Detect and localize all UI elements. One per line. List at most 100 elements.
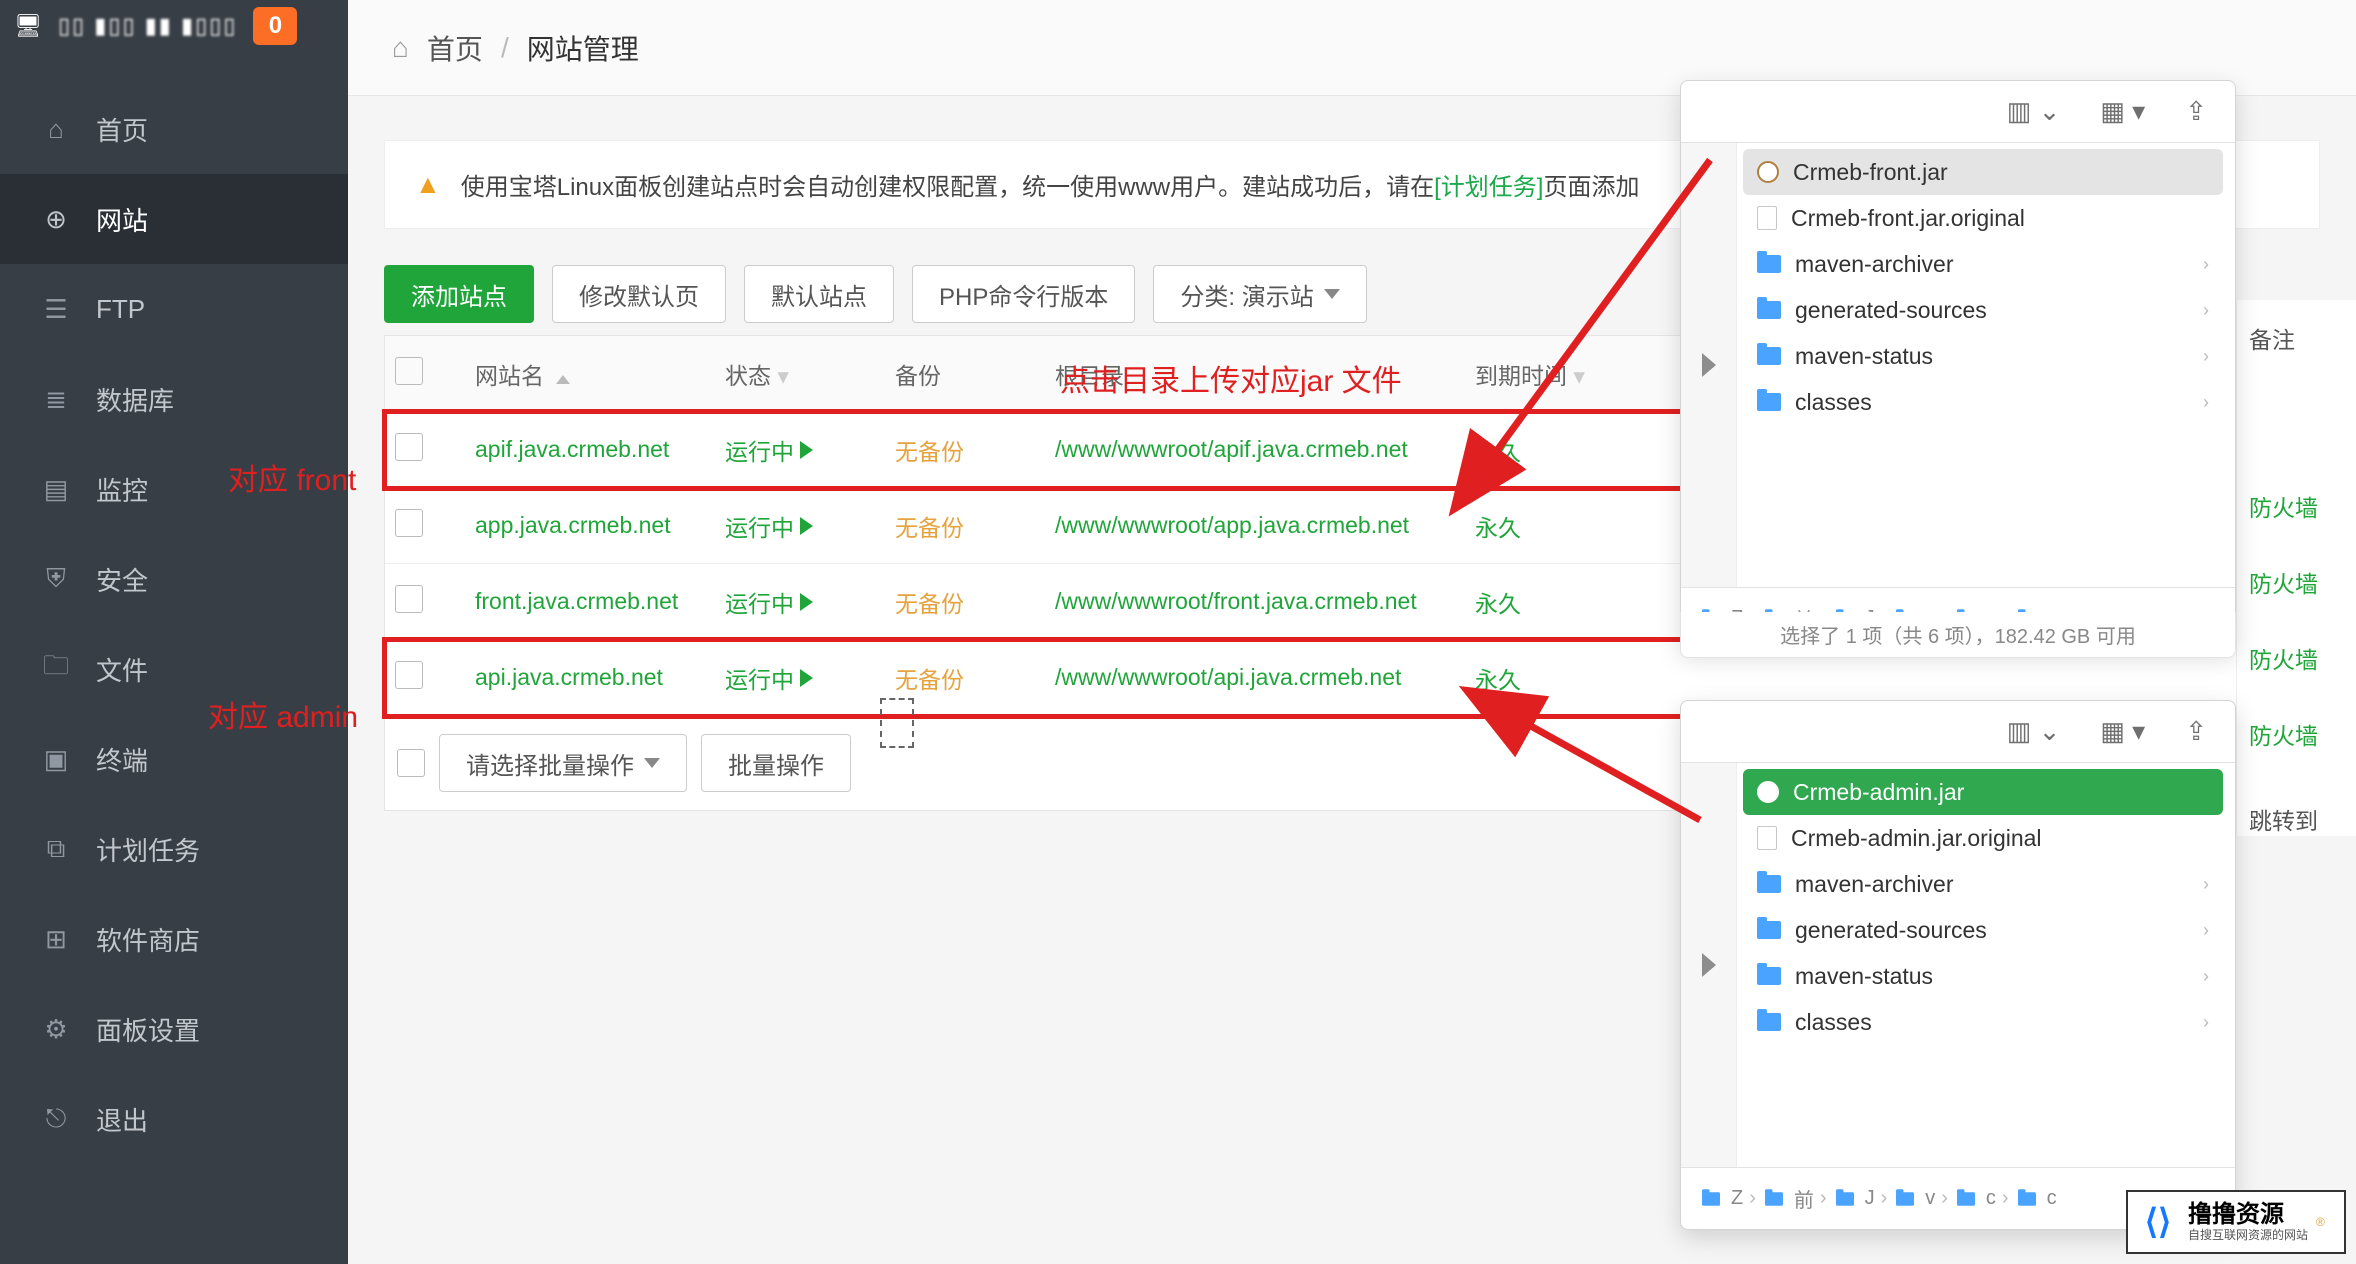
finder-nav-col[interactable]	[1681, 763, 1737, 1167]
jar-icon	[1757, 161, 1779, 183]
warning-icon: ▲	[415, 169, 441, 200]
root-dir-link[interactable]: /www/wwwroot/api.java.crmeb.net	[1055, 664, 1475, 691]
finder-item[interactable]: generated-sources ›	[1743, 907, 2223, 953]
sidebar-item-shield[interactable]: ⛨安全	[0, 534, 348, 624]
share-icon[interactable]: ⇪	[2185, 96, 2207, 127]
icons-view-icon[interactable]: ▦ ▾	[2100, 96, 2145, 127]
columns-view-icon[interactable]: ▥ ⌄	[2007, 96, 2061, 127]
modify-default-button[interactable]: 修改默认页	[552, 265, 726, 323]
monitor-icon: ▤	[42, 475, 70, 503]
batch-select[interactable]: 请选择批量操作	[439, 734, 687, 792]
finder-item[interactable]: Crmeb-front.jar	[1743, 149, 2223, 195]
play-icon	[800, 593, 813, 611]
add-site-button[interactable]: 添加站点	[384, 265, 534, 323]
firewall-link[interactable]: 防火墙	[2249, 696, 2344, 772]
sidebar-item-home[interactable]: ⌂ 首页	[0, 84, 348, 174]
finder-item[interactable]: Crmeb-admin.jar	[1743, 769, 2223, 815]
file-name: maven-status	[1795, 343, 1933, 370]
row-checkbox[interactable]	[395, 585, 423, 613]
row-checkbox[interactable]	[395, 433, 423, 461]
default-site-button[interactable]: 默认站点	[744, 265, 894, 323]
root-dir-link[interactable]: /www/wwwroot/app.java.crmeb.net	[1055, 512, 1475, 539]
finder-item[interactable]: maven-archiver›	[1743, 241, 2223, 287]
finder-item[interactable]: Crmeb-admin.jar.original	[1743, 815, 2223, 861]
col-backup[interactable]: 备份	[895, 357, 1055, 391]
batch-checkbox[interactable]	[397, 749, 425, 777]
col-remark: 备注	[2249, 300, 2344, 376]
watermark-badge: ⟨⟩ 撸撸资源自搜互联网资源的网站®	[2126, 1190, 2346, 1254]
sidebar-item-logout[interactable]: ⎋退出	[0, 1074, 348, 1164]
firewall-link[interactable]: 防火墙	[2249, 468, 2344, 544]
sidebar-item-apps[interactable]: ⊞软件商店	[0, 894, 348, 984]
php-cli-button[interactable]: PHP命令行版本	[912, 265, 1135, 323]
folder-icon	[2018, 1192, 2036, 1206]
finder-item[interactable]: classes›	[1743, 379, 2223, 425]
sidebar-item-globe[interactable]: ⊕网站	[0, 174, 348, 264]
finder-item[interactable]: Crmeb-front.jar.original	[1743, 195, 2223, 241]
col-status[interactable]: 状态 ▾	[725, 357, 895, 391]
notification-badge[interactable]: 0	[253, 7, 297, 45]
home-icon: ⌂	[392, 32, 409, 64]
sidebar-item-settings[interactable]: ⚙面板设置	[0, 984, 348, 1074]
backup-link[interactable]: 无备份	[895, 433, 1055, 467]
batch-action-button[interactable]: 批量操作	[701, 734, 851, 792]
root-dir-link[interactable]: /www/wwwroot/apif.java.crmeb.net	[1055, 436, 1475, 463]
icons-view-icon[interactable]: ▦ ▾	[2100, 716, 2145, 747]
site-name-link[interactable]: front.java.crmeb.net	[475, 588, 725, 615]
annotation-admin: 对应 admin	[208, 692, 358, 736]
finder-status-text: 选择了 1 项（共 6 项），182.42 GB 可用	[1680, 612, 2236, 658]
firewall-link[interactable]: 防火墙	[2249, 544, 2344, 620]
site-name-link[interactable]: api.java.crmeb.net	[475, 664, 725, 691]
backup-link[interactable]: 无备份	[895, 661, 1055, 695]
sidebar-item-label: 终端	[96, 741, 148, 778]
col-name[interactable]: 网站名	[475, 357, 725, 391]
site-name-link[interactable]: app.java.crmeb.net	[475, 512, 725, 539]
chevron-right-icon: ›	[2203, 920, 2209, 941]
col-expire[interactable]: 到期时间 ▾	[1475, 357, 1655, 391]
notice-link[interactable]: [计划任务]	[1434, 174, 1543, 201]
play-icon	[800, 669, 813, 687]
row-checkbox[interactable]	[395, 661, 423, 689]
right-actions-column: 备注 防火墙 防火墙 防火墙 防火墙 跳转到	[2236, 300, 2356, 836]
folder-icon	[1896, 1192, 1914, 1206]
root-dir-link[interactable]: /www/wwwroot/front.java.crmeb.net	[1055, 588, 1475, 615]
row-checkbox[interactable]	[395, 509, 423, 537]
sidebar-item-label: 首页	[96, 111, 148, 148]
finder-item[interactable]: maven-status›	[1743, 953, 2223, 999]
backup-link[interactable]: 无备份	[895, 509, 1055, 543]
file-name: generated-sources	[1795, 297, 1987, 324]
finder-item[interactable]: maven-status›	[1743, 333, 2223, 379]
share-icon[interactable]: ⇪	[2185, 716, 2207, 747]
home-icon: ⌂	[42, 115, 70, 143]
backup-link[interactable]: 无备份	[895, 585, 1055, 619]
masked-text: ▯▯ ▮▯▯ ▮▮ ▮▯▯▯	[58, 13, 238, 39]
site-status[interactable]: 运行中	[725, 433, 895, 467]
globe-icon: ⊕	[42, 205, 70, 233]
category-dropdown[interactable]: 分类: 演示站	[1153, 265, 1366, 323]
file-name: generated-sources	[1795, 917, 1987, 944]
finder-item[interactable]: generated-sources›	[1743, 287, 2223, 333]
folder-icon	[1702, 1192, 1720, 1206]
site-status[interactable]: 运行中	[725, 509, 895, 543]
columns-view-icon[interactable]: ▥ ⌄	[2007, 716, 2061, 747]
folder-icon	[1757, 967, 1781, 985]
jar-icon	[1757, 781, 1779, 803]
select-all-checkbox[interactable]	[395, 357, 423, 385]
logo-title: 撸撸资源	[2188, 1202, 2308, 1228]
chevron-right-icon: ›	[2203, 392, 2209, 413]
finder-nav-col[interactable]	[1681, 143, 1737, 587]
finder-item[interactable]: classes›	[1743, 999, 2223, 1045]
finder-item[interactable]: maven-archiver ›	[1743, 861, 2223, 907]
file-name: maven-archiver	[1795, 871, 1954, 898]
sidebar-item-ftp[interactable]: ☰FTP	[0, 264, 348, 354]
chevron-right-icon: ›	[2203, 254, 2209, 275]
firewall-link[interactable]: 防火墙	[2249, 620, 2344, 696]
breadcrumb-home[interactable]: 首页	[427, 28, 483, 68]
site-status[interactable]: 运行中	[725, 585, 895, 619]
chevron-right-icon: ›	[2203, 874, 2209, 895]
folder-icon	[1757, 875, 1781, 893]
sidebar-item-database[interactable]: ≣数据库	[0, 354, 348, 444]
sidebar-item-schedule[interactable]: ⧉计划任务	[0, 804, 348, 894]
site-name-link[interactable]: apif.java.crmeb.net	[475, 436, 725, 463]
site-status[interactable]: 运行中	[725, 661, 895, 695]
